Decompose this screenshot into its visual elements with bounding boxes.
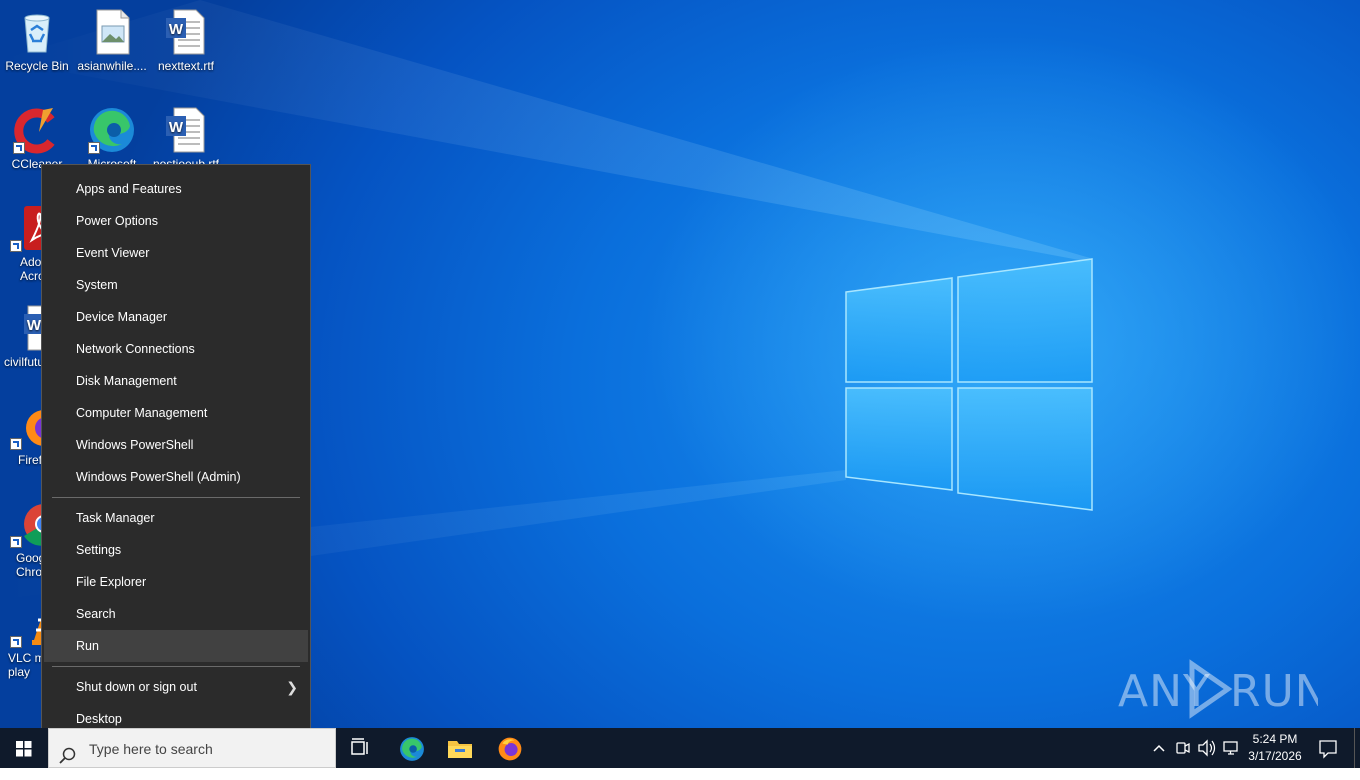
taskbar-firefox-button[interactable]	[485, 728, 533, 768]
taskbar-edge-button[interactable]	[387, 728, 435, 768]
menu-separator	[52, 666, 300, 667]
menu-item-settings[interactable]: Settings	[44, 534, 308, 566]
notifications-icon	[1319, 740, 1337, 759]
menu-item-file-explorer[interactable]: File Explorer	[44, 566, 308, 598]
menu-item-device-manager[interactable]: Device Manager	[44, 301, 308, 333]
meet-now-button[interactable]	[1174, 728, 1192, 768]
search-icon	[59, 740, 77, 780]
network-button[interactable]	[1221, 728, 1241, 768]
shortcut-arrow-icon	[10, 240, 22, 252]
task-view-icon	[351, 738, 368, 755]
svg-text:W: W	[169, 119, 184, 136]
shortcut-arrow-icon	[88, 142, 100, 154]
network-icon	[1223, 741, 1238, 755]
desktop-icon-ccleaner[interactable]: CCleaner	[1, 106, 73, 171]
show-desktop-button[interactable]	[1354, 728, 1360, 768]
volume-button[interactable]	[1197, 728, 1217, 768]
desktop-icon-label: nexttext.rtf	[157, 59, 215, 73]
svg-text:RUN: RUN	[1230, 666, 1318, 717]
desktop-icon-nexttext[interactable]: W nexttext.rtf	[150, 8, 222, 73]
shortcut-arrow-icon	[10, 636, 22, 648]
menu-item-task-manager[interactable]: Task Manager	[44, 502, 308, 534]
menu-item-computer-management[interactable]: Computer Management	[44, 397, 308, 429]
image-file-icon	[88, 8, 136, 56]
menu-item-system[interactable]: System	[44, 269, 308, 301]
clock-date: 3/17/2026	[1248, 749, 1302, 763]
word-document-icon: W	[162, 106, 210, 154]
task-view-button[interactable]	[336, 728, 384, 768]
anyrun-watermark: ANY RUN	[1118, 656, 1328, 720]
menu-item-search[interactable]: Search	[44, 598, 308, 630]
edge-icon	[88, 106, 136, 154]
chevron-right-icon: ❯	[286, 679, 298, 695]
svg-text:W: W	[169, 21, 184, 38]
start-button[interactable]	[0, 728, 48, 768]
desktop-icon-nostjoeub[interactable]: W nostjoeub.rtf	[150, 106, 222, 171]
action-center-button[interactable]	[1316, 728, 1340, 768]
desktop-icon-edge[interactable]: Microsoft	[76, 106, 148, 171]
menu-item-power-options[interactable]: Power Options	[44, 205, 308, 237]
chevron-up-icon	[1153, 744, 1165, 752]
shortcut-arrow-icon	[13, 142, 25, 154]
taskbar-search-box[interactable]: Type here to search	[48, 728, 336, 768]
search-placeholder: Type here to search	[89, 741, 213, 757]
windows-start-icon	[16, 741, 32, 757]
desktop-icon-recycle-bin[interactable]: Recycle Bin	[1, 8, 73, 73]
svg-text:W: W	[27, 317, 42, 334]
word-document-icon: W	[162, 8, 210, 56]
menu-item-run[interactable]: Run	[44, 630, 308, 662]
winx-context-menu: Apps and Features Power Options Event Vi…	[41, 164, 311, 744]
menu-item-windows-powershell[interactable]: Windows PowerShell	[44, 429, 308, 461]
shortcut-arrow-icon	[10, 536, 22, 548]
menu-item-disk-management[interactable]: Disk Management	[44, 365, 308, 397]
menu-separator	[52, 497, 300, 498]
desktop-icon-asianwhile[interactable]: asianwhile....	[76, 8, 148, 73]
menu-item-windows-powershell-admin[interactable]: Windows PowerShell (Admin)	[44, 461, 308, 493]
file-explorer-icon	[448, 741, 472, 758]
edge-icon	[400, 737, 424, 761]
recycle-bin-icon	[13, 8, 61, 56]
show-hidden-icons-button[interactable]	[1150, 728, 1168, 768]
desktop-icon-label: Recycle Bin	[5, 59, 69, 73]
taskbar-file-explorer-button[interactable]	[435, 728, 483, 768]
menu-item-network-connections[interactable]: Network Connections	[44, 333, 308, 365]
ccleaner-icon	[13, 106, 61, 154]
menu-item-shut-down-or-sign-out[interactable]: Shut down or sign out ❯	[44, 671, 308, 703]
taskbar-clock[interactable]: 5:24 PM 3/17/2026	[1240, 731, 1310, 765]
webcam-icon	[1176, 742, 1190, 754]
menu-item-apps-and-features[interactable]: Apps and Features	[44, 173, 308, 205]
shortcut-arrow-icon	[10, 438, 22, 450]
menu-item-event-viewer[interactable]: Event Viewer	[44, 237, 308, 269]
firefox-icon	[498, 737, 522, 761]
menu-item-label: Shut down or sign out	[76, 680, 197, 694]
desktop-icon-label: asianwhile....	[77, 59, 147, 73]
speaker-icon	[1198, 739, 1216, 757]
taskbar: Type here to search 5:24 PM 3/17/2026	[0, 728, 1360, 768]
clock-time: 5:24 PM	[1252, 732, 1298, 746]
